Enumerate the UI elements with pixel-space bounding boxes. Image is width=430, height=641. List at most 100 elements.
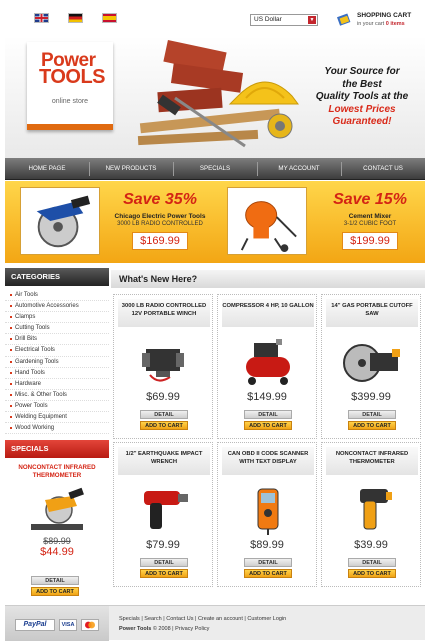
product-card: COMPRESSOR 4 HP, 10 GALLON $149.99 DETAI… xyxy=(217,294,317,439)
product-title[interactable]: CAN OBD II CODE SCANNER WITH TEXT DISPLA… xyxy=(222,447,314,475)
promo-name-2[interactable]: Cement Mixer xyxy=(315,213,425,220)
tools-banner-image xyxy=(137,40,299,148)
add-to-cart-button[interactable]: ADD TO CART xyxy=(244,569,292,578)
footer: PayPal VISA Specials | Search | Contact … xyxy=(5,605,425,641)
product-price: $149.99 xyxy=(247,391,287,403)
logo-stripe xyxy=(27,124,113,130)
cutoff-saw-icon[interactable] xyxy=(336,335,408,387)
nav-new-products[interactable]: NEW PRODUCTS xyxy=(89,158,173,180)
product-card: 1/2" EARTHQUAKE IMPACT WRENCH $79.99 DET… xyxy=(113,442,213,587)
categories-heading: CATEGORIES xyxy=(5,268,109,286)
circular-saw-icon[interactable] xyxy=(20,187,100,255)
promo-banner: Save 35% Chicago Electric Power Tools 30… xyxy=(5,181,425,263)
code-scanner-icon[interactable] xyxy=(232,483,304,535)
header-banner: Power TOOLS online store Your Source for… xyxy=(5,36,425,158)
product-card: 14" GAS PORTABLE CUTOFF SAW $399.99 DETA… xyxy=(321,294,421,439)
footer-link-specials[interactable]: Specials xyxy=(119,616,140,622)
category-wood-working[interactable]: Wood Working xyxy=(5,423,109,435)
category-hardware[interactable]: Hardware xyxy=(5,379,109,390)
special-old-price: $89.99 xyxy=(43,536,71,546)
detail-button[interactable]: DETAIL xyxy=(348,410,396,419)
thermometer-icon[interactable] xyxy=(336,483,408,535)
category-automotive-accessories[interactable]: Automotive Accessories xyxy=(5,301,109,313)
promo-price-1[interactable]: $169.99 xyxy=(132,232,188,250)
promo-save-1: Save 35% xyxy=(123,191,197,208)
specials-heading: SPECIALS xyxy=(5,440,109,458)
tagline: Your Source for the Best Quality Tools a… xyxy=(301,66,423,129)
compressor-icon[interactable] xyxy=(232,335,304,387)
add-to-cart-button[interactable]: ADD TO CART xyxy=(140,421,188,430)
cart-summary: in your cart 0 items xyxy=(357,21,405,27)
tagline-line-1: Your Source for xyxy=(324,66,400,77)
cart-count[interactable]: 0 items xyxy=(386,21,405,27)
category-air-tools[interactable]: Air Tools xyxy=(5,290,109,302)
shopping-cart-icon[interactable] xyxy=(336,11,352,27)
visa-logo: VISA xyxy=(59,619,77,631)
payment-methods: PayPal VISA xyxy=(5,606,109,641)
impact-wrench-icon[interactable] xyxy=(128,483,200,535)
chevron-down-icon[interactable]: ▼ xyxy=(308,16,316,24)
detail-button[interactable]: DETAIL xyxy=(348,558,396,567)
nav-contact-us[interactable]: CONTACT US xyxy=(341,158,425,180)
footer-brand: Power Tools xyxy=(119,626,152,632)
paypal-logo: PayPal xyxy=(15,619,55,631)
special-name-line-1: NONCONTACT INFRARED xyxy=(18,464,96,471)
german-flag-icon[interactable] xyxy=(68,13,83,23)
special-add-to-cart-button[interactable]: ADD TO CART xyxy=(31,587,79,596)
category-misc-other-tools[interactable]: Misc. & Other Tools xyxy=(5,390,109,401)
category-drill-bits[interactable]: Drill Bits xyxy=(5,334,109,346)
footer-link-create-account[interactable]: Create an account xyxy=(198,616,243,622)
footer-link-customer-login[interactable]: Customer Login xyxy=(247,616,286,622)
product-title[interactable]: 3000 LB RADIO CONTROLLED 12V PORTABLE WI… xyxy=(118,299,210,327)
english-flag-icon[interactable] xyxy=(34,13,49,23)
nav-specials[interactable]: SPECIALS xyxy=(173,158,257,180)
category-clamps[interactable]: Clamps xyxy=(5,312,109,324)
top-bar: US Dollar ▼ SHOPPING CART in your cart 0… xyxy=(0,0,430,36)
currency-value: US Dollar xyxy=(254,16,282,23)
cement-mixer-icon[interactable] xyxy=(227,187,307,255)
add-to-cart-button[interactable]: ADD TO CART xyxy=(348,421,396,430)
product-title[interactable]: 14" GAS PORTABLE CUTOFF SAW xyxy=(326,299,418,327)
add-to-cart-button[interactable]: ADD TO CART xyxy=(244,421,292,430)
winch-icon[interactable] xyxy=(128,335,200,387)
special-product-name[interactable]: NONCONTACT INFRARED THERMOMETER xyxy=(5,464,109,480)
miter-saw-icon[interactable] xyxy=(25,486,89,534)
tagline-line-3: Quality Tools at the xyxy=(315,91,409,102)
logo[interactable]: Power TOOLS online store xyxy=(27,42,113,130)
product-price: $89.99 xyxy=(250,539,284,551)
promo-price-2[interactable]: $199.99 xyxy=(342,232,398,250)
product-card: CAN OBD II CODE SCANNER WITH TEXT DISPLA… xyxy=(217,442,317,587)
detail-button[interactable]: DETAIL xyxy=(244,410,292,419)
whats-new-heading: What's New Here? xyxy=(111,270,425,288)
nav-my-account[interactable]: MY ACCOUNT xyxy=(257,158,341,180)
category-welding-equipment[interactable]: Welding Equipment xyxy=(5,412,109,424)
cart-prefix: in your cart xyxy=(357,21,385,27)
category-power-tools[interactable]: Power Tools xyxy=(5,401,109,413)
category-hand-tools[interactable]: Hand Tools xyxy=(5,368,109,379)
detail-button[interactable]: DETAIL xyxy=(140,410,188,419)
product-price: $69.99 xyxy=(146,391,180,403)
product-card: 3000 LB RADIO CONTROLLED 12V PORTABLE WI… xyxy=(113,294,213,439)
footer-privacy-link[interactable]: Privacy Policy xyxy=(175,626,209,632)
special-detail-button[interactable]: DETAIL xyxy=(31,576,79,585)
footer-link-search[interactable]: Search xyxy=(144,616,161,622)
product-card: NONCONTACT INFRARED THERMOMETER $39.99 D… xyxy=(321,442,421,587)
spanish-flag-icon[interactable] xyxy=(102,13,117,23)
footer-link-contact-us[interactable]: Contact Us xyxy=(166,616,193,622)
add-to-cart-button[interactable]: ADD TO CART xyxy=(348,569,396,578)
add-to-cart-button[interactable]: ADD TO CART xyxy=(140,569,188,578)
product-title[interactable]: NONCONTACT INFRARED THERMOMETER xyxy=(326,447,418,475)
cart-title[interactable]: SHOPPING CART xyxy=(357,12,411,19)
nav-home[interactable]: HOME PAGE xyxy=(5,158,89,180)
category-gardening-tools[interactable]: Gardening Tools xyxy=(5,357,109,368)
detail-button[interactable]: DETAIL xyxy=(140,558,188,567)
product-title[interactable]: COMPRESSOR 4 HP, 10 GALLON xyxy=(222,299,314,327)
currency-select[interactable]: US Dollar ▼ xyxy=(250,14,318,26)
promo-save-2: Save 15% xyxy=(333,191,407,208)
product-title[interactable]: 1/2" EARTHQUAKE IMPACT WRENCH xyxy=(118,447,210,475)
category-electrical-tools[interactable]: Electrical Tools xyxy=(5,345,109,357)
logo-text-tools: TOOLS xyxy=(39,66,106,88)
category-cutting-tools[interactable]: Cutting Tools xyxy=(5,323,109,335)
detail-button[interactable]: DETAIL xyxy=(244,558,292,567)
promo-name-1[interactable]: Chicago Electric Power Tools xyxy=(105,213,215,220)
